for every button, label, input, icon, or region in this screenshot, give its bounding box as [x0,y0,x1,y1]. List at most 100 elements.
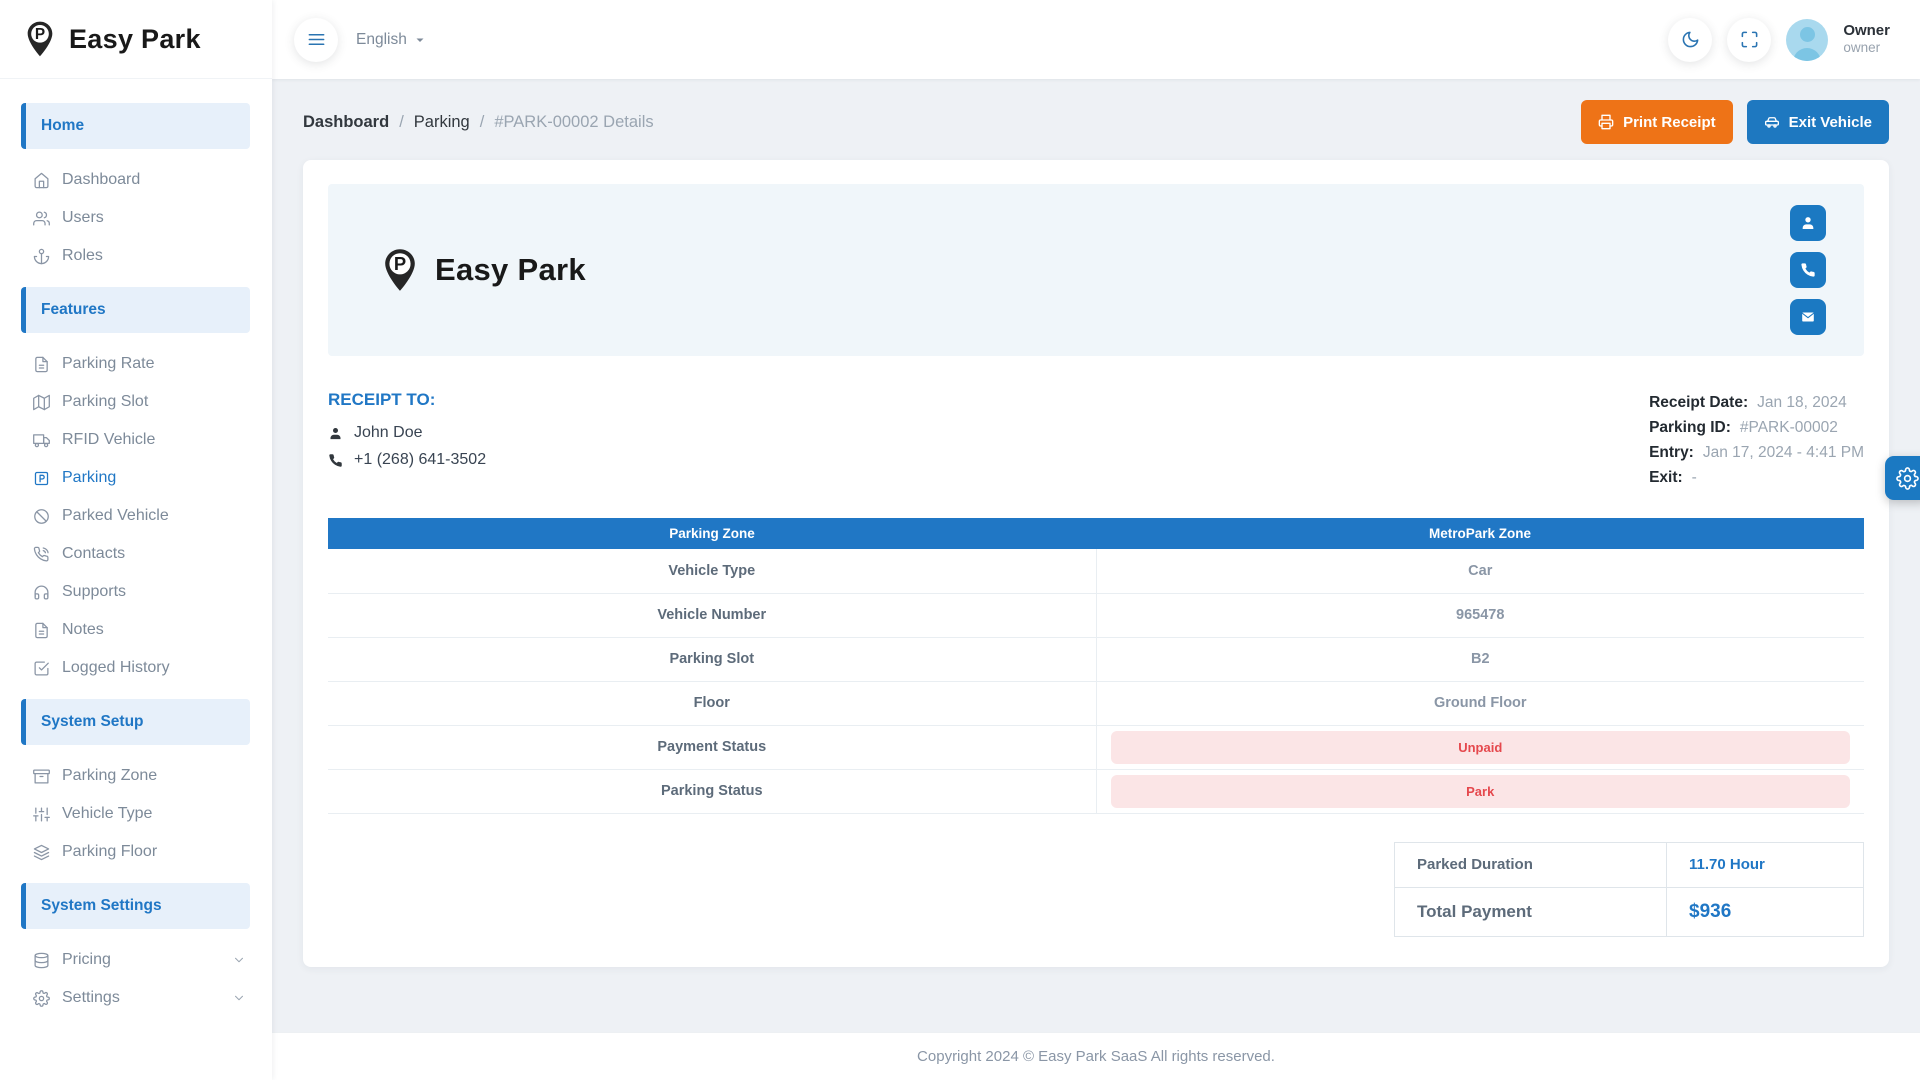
sidebar-item-parking-rate[interactable]: Parking Rate [0,345,272,383]
file-text-icon [33,356,50,373]
user-role: owner [1843,40,1890,57]
sidebar-item-parked-vehicle[interactable]: Parked Vehicle [0,497,272,535]
user-block[interactable]: Owner owner [1843,22,1890,58]
mail-icon [1800,309,1816,325]
row-label: Parking Status [661,783,763,799]
headphones-icon [33,584,50,601]
receipt-meta-row: Exit:- [1649,465,1864,490]
sidebar-item-label: Parking Zone [62,767,157,785]
app-root: P Easy Park Home Dashboard Users Roles Featu… [0,0,1920,1080]
customer-email-button[interactable] [1790,299,1826,335]
car-icon [1764,114,1780,130]
language-label: English [356,31,407,49]
receipt-card: P Easy Park [303,160,1889,967]
sidebar-item-label: Dashboard [62,171,140,189]
meta-value: #PARK-00002 [1740,419,1838,437]
sidebar-item-label: Vehicle Type [62,805,152,823]
copyright-text: Copyright 2024 © Easy Park SaaS All righ… [917,1048,1275,1065]
customer-profile-button[interactable] [1790,205,1826,241]
sidebar-item-label: Parked Vehicle [62,507,169,525]
sidebar-item-parking-slot[interactable]: Parking Slot [0,383,272,421]
sidebar-item-label: Parking Floor [62,843,157,861]
table-row: Parking StatusPark [328,769,1864,813]
svg-text:P: P [35,26,45,43]
sidebar-item-label: Users [62,209,104,227]
sidebar-item-users[interactable]: Users [0,199,272,237]
sidebar-section-features: Features [21,287,250,333]
customer-name: John Doe [354,424,423,442]
receipt-contact-buttons [1790,205,1826,335]
settings-icon [33,990,50,1007]
footer: Copyright 2024 © Easy Park SaaS All righ… [272,1032,1920,1080]
sidebar-item-parking[interactable]: Parking [0,459,272,497]
sidebar-item-roles[interactable]: Roles [0,237,272,275]
map-icon [33,394,50,411]
main-column: English Owner owner Dashboa [272,0,1920,1080]
breadcrumb-row: Dashboard / Parking / #PARK-00002 Detail… [303,79,1889,160]
sidebar-item-label: Parking Rate [62,355,155,373]
slash-icon [33,508,50,525]
sidebar-item-label: Notes [62,621,104,639]
sidebar-item-dashboard[interactable]: Dashboard [0,161,272,199]
print-receipt-button[interactable]: Print Receipt [1581,100,1733,144]
summary-label: Parked Duration [1417,856,1533,873]
sidebar-section-home: Home [21,103,250,149]
meta-value: Jan 17, 2024 - 4:41 PM [1703,444,1864,462]
page-actions: Print Receipt Exit Vehicle [1581,100,1889,144]
meta-value: - [1692,469,1697,487]
user-name: Owner [1843,22,1890,41]
row-value: 965478 [1456,607,1504,623]
summary-row: Total Payment$936 [1395,887,1864,936]
meta-label: Parking ID: [1649,419,1731,437]
printer-icon [1598,114,1614,130]
breadcrumb-separator: / [399,113,404,132]
svg-text:P: P [394,253,406,274]
language-selector[interactable]: English [356,31,426,49]
exit-vehicle-label: Exit Vehicle [1789,114,1872,131]
brand-pin-icon: P [20,19,60,59]
meta-value: Jan 18, 2024 [1757,394,1847,412]
home-icon [33,172,50,189]
summary-label: Total Payment [1417,902,1532,921]
sidebar-item-contacts[interactable]: Contacts [0,535,272,573]
sidebar-item-parking-zone[interactable]: Parking Zone [0,757,272,795]
sidebar-nav: Home Dashboard Users Roles Features Parking R… [0,79,272,1017]
parking-details-table: Parking Zone MetroPark Zone Vehicle Type… [328,518,1864,814]
users-icon [33,210,50,227]
user-icon [328,426,343,441]
dark-mode-button[interactable] [1668,18,1712,62]
breadcrumb-parking[interactable]: Parking [414,113,470,132]
customer-call-button[interactable] [1790,252,1826,288]
row-label: Payment Status [657,739,766,755]
sidebar: P Easy Park Home Dashboard Users Roles Featu… [0,0,272,1080]
brand-logo[interactable]: P Easy Park [0,0,272,79]
avatar[interactable] [1786,19,1828,61]
sidebar-item-notes[interactable]: Notes [0,611,272,649]
receipt-pin-icon: P [376,246,424,294]
sidebar-item-logged-history[interactable]: Logged History [0,649,272,687]
breadcrumb-dashboard[interactable]: Dashboard [303,113,389,132]
phone-call-icon [33,546,50,563]
layers-icon [33,844,50,861]
receipt-to-block: RECEIPT TO: John Doe +1 (268) 641-3502 [328,390,486,490]
sidebar-item-settings[interactable]: Settings [0,979,272,1017]
menu-toggle-button[interactable] [294,18,338,62]
menu-icon [307,30,326,49]
sidebar-item-parking-floor[interactable]: Parking Floor [0,833,272,871]
sidebar-item-pricing[interactable]: Pricing [0,941,272,979]
row-value: Ground Floor [1434,695,1527,711]
payment-summary-table: Parked Duration11.70 HourTotal Payment$9… [1394,842,1864,937]
table-row: Vehicle TypeCar [328,549,1864,593]
row-value: B2 [1471,651,1490,667]
row-label: Floor [694,695,730,711]
sidebar-item-label: Settings [62,989,120,1007]
sidebar-item-vehicle-type[interactable]: Vehicle Type [0,795,272,833]
sidebar-item-supports[interactable]: Supports [0,573,272,611]
exit-vehicle-button[interactable]: Exit Vehicle [1747,100,1889,144]
sidebar-item-rfid-vehicle[interactable]: RFID Vehicle [0,421,272,459]
fullscreen-button[interactable] [1727,18,1771,62]
receipt-meta-row: Receipt Date:Jan 18, 2024 [1649,390,1864,415]
receipt-meta: Receipt Date:Jan 18, 2024 Parking ID: #PAR… [1649,390,1864,490]
theme-settings-button[interactable] [1885,456,1920,500]
table-row: Parking SlotB2 [328,637,1864,681]
